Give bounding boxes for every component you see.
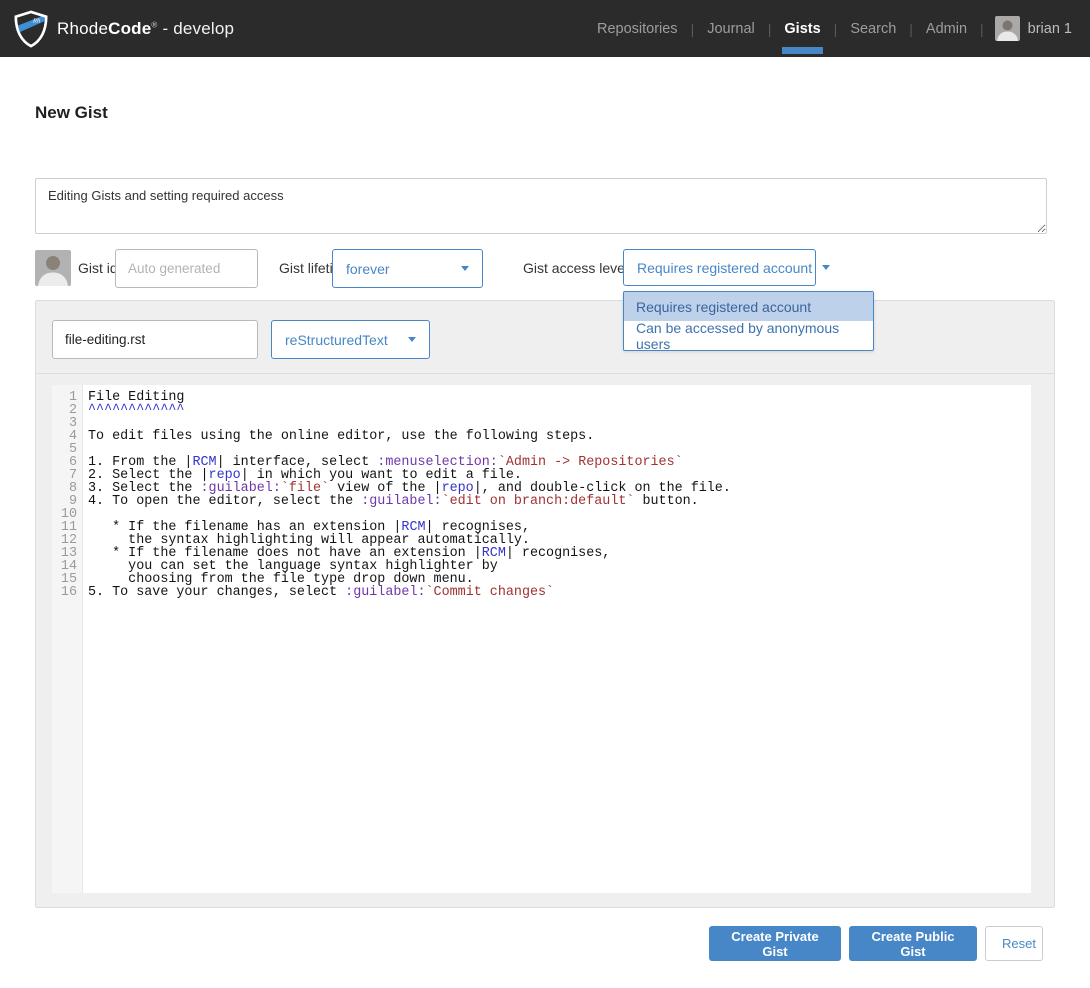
create-public-gist-button[interactable]: Create Public Gist: [849, 926, 977, 961]
editor-content[interactable]: File Editing^^^^^^^^^^^^ To edit files u…: [83, 385, 1031, 893]
editor-line-numbers: 12345678910111213141516: [52, 385, 83, 893]
gist-lifetime-select[interactable]: forever: [332, 249, 483, 288]
gist-access-level-dropdown-menu: Requires registered accountCan be access…: [623, 291, 874, 351]
line-number: 16: [52, 586, 77, 599]
chevron-down-icon: [822, 265, 830, 270]
user-menu[interactable]: brian 1: [991, 16, 1076, 41]
code-line-4: To edit files using the online editor, u…: [88, 430, 1031, 443]
code-line-2: ^^^^^^^^^^^^: [88, 404, 1031, 417]
active-tab-indicator: [782, 47, 822, 54]
language-select[interactable]: reStructuredText: [271, 320, 430, 359]
code-editor[interactable]: 12345678910111213141516 File Editing^^^^…: [52, 385, 1031, 893]
nav-separator: |: [827, 21, 845, 37]
rhodecode-shield-logo: Rh: [13, 10, 49, 48]
gist-lifetime-value: forever: [346, 261, 390, 277]
gist-id-label: Gist id: [78, 260, 118, 276]
gist-access-level-value: Requires registered account: [637, 260, 812, 276]
code-line-16: 5. To save your changes, select :guilabe…: [88, 586, 1031, 599]
rhodecode-brand[interactable]: Rh RhodeCode® - develop: [13, 10, 234, 48]
gist-access-level-select[interactable]: Requires registered account: [623, 249, 816, 286]
gist-description-input[interactable]: Editing Gists and setting required acces…: [35, 178, 1047, 234]
nav-separator: |: [902, 21, 920, 37]
nav-item-journal[interactable]: Journal: [701, 0, 761, 57]
page-title: New Gist: [35, 103, 108, 123]
top-navbar: Rh RhodeCode® - develop Repositories|Jou…: [0, 0, 1090, 57]
user-avatar: [995, 16, 1020, 41]
nav-separator: |: [973, 21, 991, 37]
filename-input[interactable]: [52, 320, 258, 359]
create-private-gist-button[interactable]: Create Private Gist: [709, 926, 841, 961]
access-level-option-1[interactable]: Can be accessed by anonymous users: [624, 321, 873, 350]
nav-item-admin[interactable]: Admin: [920, 0, 973, 57]
svg-text:Rh: Rh: [32, 17, 41, 24]
code-line-9: 4. To open the editor, select the :guila…: [88, 495, 1031, 508]
gist-owner-avatar: [35, 250, 71, 286]
access-level-option-0[interactable]: Requires registered account: [624, 292, 873, 321]
gist-file-panel: reStructuredText 12345678910111213141516…: [35, 300, 1055, 908]
file-panel-header: reStructuredText: [36, 301, 1054, 374]
reset-button[interactable]: Reset: [985, 926, 1043, 961]
gist-id-input[interactable]: [115, 249, 258, 288]
main-navigation: Repositories|Journal|Gists|Search|Admin|…: [591, 0, 1076, 57]
chevron-down-icon: [408, 337, 416, 342]
brand-title: RhodeCode® - develop: [57, 19, 234, 39]
nav-item-gists[interactable]: Gists: [778, 0, 826, 57]
nav-item-repositories[interactable]: Repositories: [591, 0, 684, 57]
user-name: brian 1: [1028, 21, 1072, 37]
code-line-1: File Editing: [88, 391, 1031, 404]
gist-access-level-label: Gist access level: [523, 260, 628, 276]
chevron-down-icon: [461, 266, 469, 271]
language-value: reStructuredText: [285, 332, 388, 348]
nav-separator: |: [684, 21, 702, 37]
nav-item-search[interactable]: Search: [844, 0, 902, 57]
nav-separator: |: [761, 21, 779, 37]
